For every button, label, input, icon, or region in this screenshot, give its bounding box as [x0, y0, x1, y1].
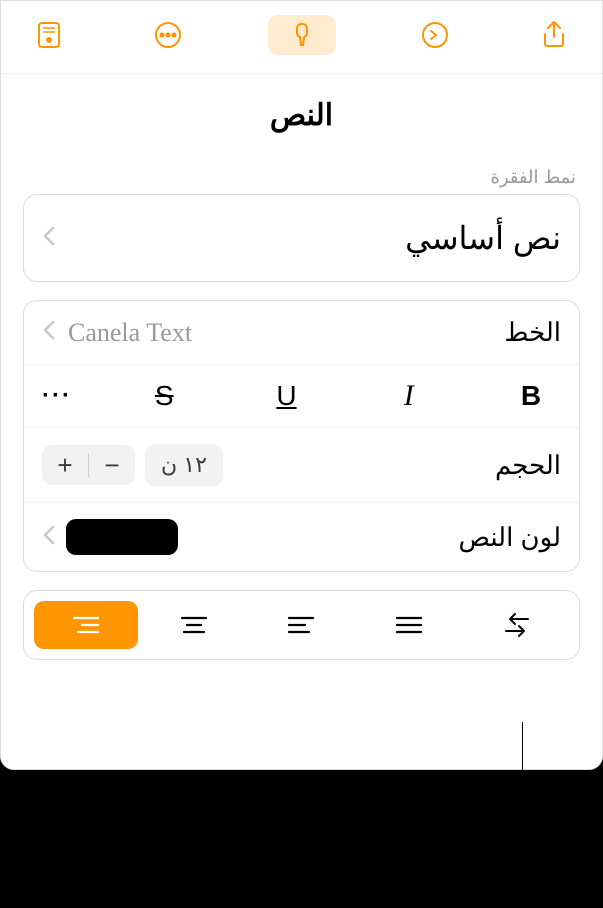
- font-row[interactable]: Canela Text الخط: [24, 301, 579, 364]
- align-center-button[interactable]: [142, 601, 246, 649]
- italic-button[interactable]: I: [379, 379, 439, 413]
- paragraph-style-value: نص أساسي: [405, 219, 561, 257]
- size-decrease-button[interactable]: −: [89, 445, 135, 485]
- strikethrough-button[interactable]: S: [134, 380, 194, 412]
- paragraph-style-label: نمط الفقرة: [23, 153, 580, 194]
- color-swatch: [66, 519, 178, 555]
- size-increase-button[interactable]: +: [42, 445, 88, 485]
- format-brush-icon[interactable]: [268, 15, 336, 55]
- paragraph-style-row[interactable]: نص أساسي: [24, 195, 579, 281]
- text-color-label: لون النص: [458, 522, 561, 553]
- bold-button[interactable]: B: [501, 380, 561, 412]
- chevron-left-icon: [42, 524, 56, 551]
- align-left-button[interactable]: [250, 601, 354, 649]
- chevron-left-icon: [42, 319, 56, 346]
- share-icon[interactable]: [534, 15, 574, 55]
- more-icon[interactable]: [148, 15, 188, 55]
- redo-icon[interactable]: [415, 15, 455, 55]
- align-justify-button[interactable]: [357, 601, 461, 649]
- size-stepper: + −: [42, 445, 135, 485]
- size-label: الحجم: [495, 450, 561, 481]
- font-label: الخط: [504, 317, 561, 348]
- text-color-row[interactable]: لون النص: [24, 502, 579, 571]
- chevron-left-icon: [42, 225, 56, 252]
- underline-button[interactable]: U: [256, 380, 316, 412]
- align-right-button[interactable]: [34, 601, 138, 649]
- more-text-options-icon[interactable]: ···: [42, 382, 72, 410]
- document-view-icon[interactable]: [29, 15, 69, 55]
- alignment-segmented: [23, 590, 580, 660]
- top-toolbar: [1, 1, 602, 74]
- size-row: + − ١٢ ن الحجم: [24, 427, 579, 502]
- text-direction-button[interactable]: [465, 601, 569, 649]
- font-value: Canela Text: [68, 318, 192, 348]
- panel-title: النص: [270, 99, 333, 132]
- size-value[interactable]: ١٢ ن: [145, 444, 223, 486]
- text-style-row: ··· S U I B: [24, 364, 579, 427]
- callout-line: [522, 722, 523, 842]
